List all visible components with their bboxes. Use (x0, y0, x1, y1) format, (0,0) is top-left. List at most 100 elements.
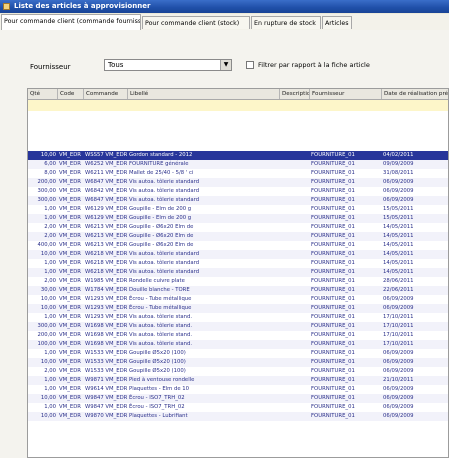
cell-commande: W6218 VM_EDR 0.001 (85, 269, 128, 275)
cell-description (280, 151, 310, 160)
supplier-select[interactable]: Tous ▼ (104, 59, 232, 71)
cell-commande: W1698 VM_EDR 0.001 (85, 332, 128, 338)
table-row[interactable]: 400,00VM_EDR W6213 VM_EDR 0.001Goupille -… (28, 241, 448, 250)
cell-fournisseur: FOURNITURE_01 (311, 233, 355, 239)
cell-qte: 2,00 (44, 233, 56, 239)
cell-qte: 1,00 (44, 260, 56, 266)
cell-qte: 1,00 (44, 314, 56, 320)
tab-rupture-de-stock[interactable]: En rupture de stock (251, 16, 321, 29)
column-header-commande[interactable]: Commande (84, 89, 128, 99)
cell-date: 17/10/2011 (383, 341, 414, 347)
table-row[interactable]: 200,00VM_EDR W1698 VM_EDR 0.001Vis autoa.… (28, 331, 448, 340)
cell-libelle: Goupille - Ø6x20 Elm de (129, 224, 194, 230)
table-row[interactable]: 1,00VM_EDR W6218 VM_EDR 0.001Vis autoa. t… (28, 268, 448, 277)
column-header-description[interactable]: Description (280, 89, 310, 99)
cell-description (280, 295, 310, 304)
cell-fournisseur: FOURNITURE_01 (311, 215, 355, 221)
table-row[interactable]: 6,00VM_EDR W6252 VM_EDR 0.001FOURNITURE g… (28, 160, 448, 169)
table-row[interactable]: 10,00VM_EDR W1533 VM_EDR 0.001Goupille Ø5… (28, 358, 448, 367)
cell-qte: 2,00 (44, 368, 56, 374)
cell-description (280, 277, 310, 286)
new-row[interactable] (28, 100, 448, 111)
cell-code: VM_EDR (59, 161, 81, 167)
column-header-date-realisation[interactable]: Date de réalisation prévue (382, 89, 448, 99)
table-row[interactable]: 300,00VM_EDR W1698 VM_EDR 0.001Vis autoa.… (28, 322, 448, 331)
title-bar[interactable]: Liste des articles à approvisionner (0, 0, 449, 13)
table-row[interactable]: 1,00VM_EDR W9871 VM_EDR 0.001Pied à vento… (28, 376, 448, 385)
cell-description (280, 304, 310, 313)
column-header-qte[interactable]: Qté (28, 89, 58, 99)
cell-fournisseur: FOURNITURE_01 (311, 314, 355, 320)
cell-date: 06/09/2009 (383, 179, 414, 185)
cell-libelle: Goupille Ø5x20 (100) (129, 359, 186, 365)
table-row[interactable]: 10,00VM_EDR W1293 VM_EDR 0.001Écrou - Tub… (28, 295, 448, 304)
cell-date: 04/02/2011 (383, 152, 414, 158)
column-header-libelle[interactable]: Libellé (128, 89, 280, 99)
table-row[interactable]: 300,00VM_EDR W6847 VM_EDR 0.001Vis autoa.… (28, 196, 448, 205)
cell-description (280, 358, 310, 367)
cell-libelle: Vis autoa. tôlerie stand. (129, 314, 193, 320)
cell-description (280, 331, 310, 340)
column-header-fournisseur[interactable]: Fournisseur (310, 89, 382, 99)
table-row[interactable]: 1,00VM_EDR W6218 VM_EDR 0.001Vis autoa. t… (28, 259, 448, 268)
cell-libelle: Vis autoa. tôlerie standard (129, 251, 200, 257)
window-title: Liste des articles à approvisionner (14, 2, 151, 10)
cell-code: VM_EDR (59, 170, 81, 176)
table-row[interactable]: 10,00VM_EDR WSS57 VM_EDR 0.001Gordon stan… (28, 151, 448, 160)
cell-commande: W6129 VM_EDR 0.001 (85, 215, 128, 221)
tab-commande-client-fournisseur[interactable]: Pour commande client (commande fournisse… (1, 14, 141, 30)
table-row[interactable]: 1,00VM_EDR W9847 VM_EDR 0.001Écrou - ISO7… (28, 403, 448, 412)
cell-qte: 1,00 (44, 350, 56, 356)
cell-fournisseur: FOURNITURE_01 (311, 386, 355, 392)
table-row[interactable]: 1,00VM_EDR W1293 VM_EDR 0.001Vis autoa. t… (28, 313, 448, 322)
cell-commande: W1784 VM_EDR 0.001 (85, 287, 128, 293)
table-row[interactable]: 2,00VM_EDR W1533 VM_EDR 0.001Goupille Ø5x… (28, 367, 448, 376)
tab-articles[interactable]: Articles (322, 16, 352, 29)
cell-fournisseur: FOURNITURE_01 (311, 287, 355, 293)
cell-code: VM_EDR (59, 296, 81, 302)
cell-libelle: Goupille Ø5x20 (100) (129, 368, 186, 374)
table-row[interactable]: 1,00VM_EDR W6129 VM_EDR 0.001Goupille - E… (28, 214, 448, 223)
table-row[interactable]: 1,00VM_EDR W1533 VM_EDR 0.001Goupille Ø5x… (28, 349, 448, 358)
app-window: Liste des articles à approvisionner Pour… (0, 0, 449, 458)
cell-libelle: Goupille - Elm de 200 g (129, 215, 192, 221)
cell-qte: 2,00 (44, 224, 56, 230)
cell-commande: W6218 VM_EDR 0.001 (85, 251, 128, 257)
filter-article-checkbox[interactable] (246, 61, 254, 69)
cell-libelle: Vis autoa. tôlerie standard (129, 260, 200, 266)
app-icon (3, 3, 10, 10)
cell-date: 06/09/2009 (383, 188, 414, 194)
cell-code: VM_EDR (59, 197, 81, 203)
table-row[interactable]: 10,00VM_EDR W6218 VM_EDR 0.001Vis autoa. … (28, 250, 448, 259)
chevron-down-icon[interactable]: ▼ (220, 60, 231, 70)
cell-date: 15/05/2011 (383, 215, 414, 221)
cell-date: 22/06/2011 (383, 287, 414, 293)
table-row[interactable]: 200,00VM_EDR W6847 VM_EDR 0.001Vis autoa.… (28, 178, 448, 187)
cell-qte: 2,00 (44, 278, 56, 284)
table-row[interactable]: 10,00VM_EDR W9870 VM_EDR 0.001Plaquettes … (28, 412, 448, 421)
cell-commande: W1293 VM_EDR 0.001 (85, 296, 128, 302)
cell-commande: W1533 VM_EDR 0.001 (85, 368, 128, 374)
table-row[interactable]: 10,00VM_EDR W1293 VM_EDR 0.001Écrou - Tub… (28, 304, 448, 313)
column-header-code[interactable]: Code (58, 89, 84, 99)
table-row[interactable]: 1,00VM_EDR W6129 VM_EDR 0.001Goupille - E… (28, 205, 448, 214)
cell-description (280, 340, 310, 349)
cell-description (280, 286, 310, 295)
cell-libelle: Plaquettes - Elm de 10 (129, 386, 190, 392)
table-row[interactable]: 1,00VM_EDR W9614 VM_EDR 0.001Plaquettes -… (28, 385, 448, 394)
table-row[interactable]: 2,00VM_EDR W1985 VM_EDR 0.001Rondelle cui… (28, 277, 448, 286)
table-row[interactable]: 10,00VM_EDR W9847 VM_EDR 0.001Écrou - ISO… (28, 394, 448, 403)
cell-date: 17/10/2011 (383, 314, 414, 320)
table-row[interactable]: 300,00VM_EDR W6842 VM_EDR 0.001Vis autoa.… (28, 187, 448, 196)
cell-qte: 1,00 (44, 377, 56, 383)
cell-code: VM_EDR (59, 206, 81, 212)
tab-commande-client-stock[interactable]: Pour commande client (stock) (142, 16, 250, 29)
cell-commande: W1293 VM_EDR 0.001 (85, 314, 128, 320)
table-row[interactable]: 2,00VM_EDR W6213 VM_EDR 0.001Goupille - Ø… (28, 232, 448, 241)
cell-libelle: Écrou - ISO7_TRH_02 (129, 404, 185, 410)
table-row[interactable]: 30,00VM_EDR W1784 VM_EDR 0.001Douille bla… (28, 286, 448, 295)
table-row[interactable]: 8,00VM_EDR W6211 VM_EDR 0.001Mallet de 25… (28, 169, 448, 178)
cell-libelle: Goupille Ø5x20 (100) (129, 350, 186, 356)
table-row[interactable]: 2,00VM_EDR W6213 VM_EDR 0.001Goupille - Ø… (28, 223, 448, 232)
table-row[interactable]: 100,00VM_EDR W1698 VM_EDR 0.001Vis autoa.… (28, 340, 448, 349)
